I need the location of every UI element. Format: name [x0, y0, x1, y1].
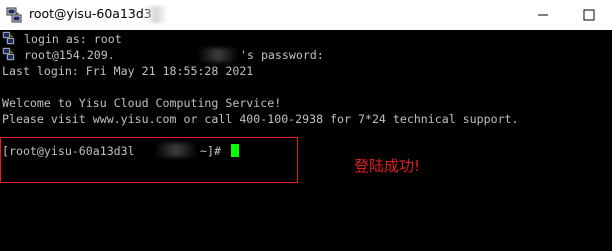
putty-icon	[6, 7, 22, 23]
terminal-line-password-prompt: 's password:	[240, 48, 324, 62]
redacted-region	[198, 48, 238, 62]
maximize-button[interactable]	[566, 0, 612, 30]
minimize-button[interactable]	[520, 0, 566, 30]
title-bar[interactable]: root@yisu-60a13d3	[0, 0, 612, 30]
terminal-cursor[interactable]	[231, 144, 239, 157]
terminal-line-support: Please visit www.yisu.com or call 400-10…	[2, 112, 519, 126]
shell-prompt-prefix: [root@yisu-60a13d3l	[2, 144, 135, 158]
minimize-icon	[538, 14, 548, 16]
window-title: root@yisu-60a13d3	[29, 6, 152, 21]
terminal-line-last-login: Last login: Fri May 21 18:55:28 2021	[2, 64, 254, 78]
redacted-region	[155, 143, 197, 157]
login-success-annotation: 登陆成功!	[354, 157, 421, 175]
shell-prompt-suffix: ~]#	[200, 144, 221, 158]
redacted-region	[145, 6, 167, 23]
maximize-icon	[583, 9, 595, 21]
login-line-icon	[2, 31, 15, 45]
terminal-line-welcome: Welcome to Yisu Cloud Computing Service!	[2, 96, 282, 110]
terminal-line-login: login as: root	[24, 32, 122, 46]
terminal-window: root@yisu-60a13d3 login as: root root@15…	[0, 0, 612, 251]
terminal-line-password-user: root@154.209.	[24, 48, 115, 62]
password-line-icon	[2, 47, 15, 61]
